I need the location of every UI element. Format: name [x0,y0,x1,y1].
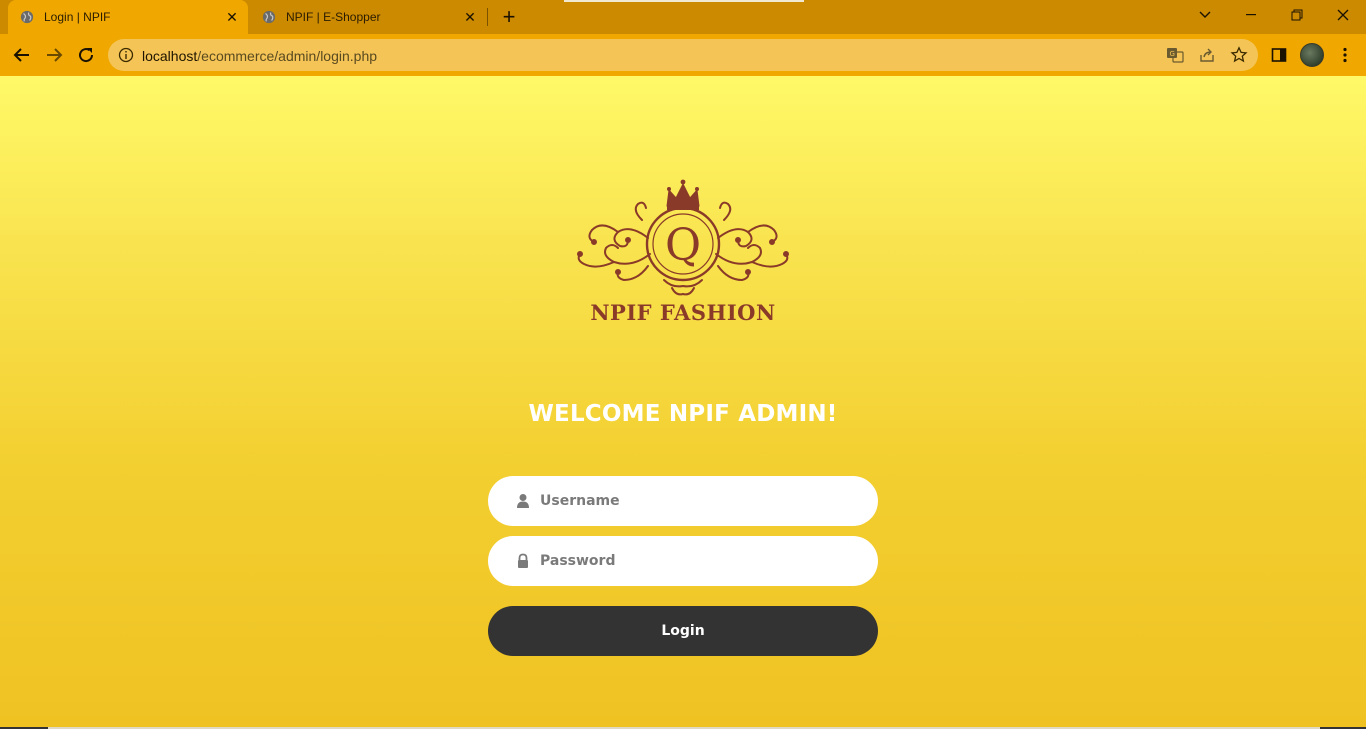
arrow-left-icon [13,48,29,62]
translate-icon: G [1167,48,1184,63]
tab-login[interactable]: Login | NPIF ✕ [8,0,248,34]
browser-toolbar: localhost/ecommerce/admin/login.php G [0,34,1366,76]
welcome-heading: WELCOME NPIF ADMIN! [528,401,838,427]
tab-divider [487,8,488,26]
logo-letter: Q [665,220,701,271]
brand-name: NPIF FASHION [590,300,776,325]
login-button[interactable]: Login [488,606,878,656]
reload-icon [79,48,94,63]
browser-tab-strip: Login | NPIF ✕ NPIF | E-Shopper ✕ + [0,0,1366,34]
info-icon[interactable] [118,47,134,63]
tab-search-button[interactable] [1182,0,1228,30]
address-bar[interactable]: localhost/ecommerce/admin/login.php G [108,39,1258,71]
share-icon [1200,48,1214,62]
close-icon[interactable]: ✕ [462,9,478,25]
close-icon[interactable]: ✕ [224,9,240,25]
back-button[interactable] [9,42,35,68]
password-field[interactable] [488,536,878,586]
lock-icon [518,553,528,568]
close-window-button[interactable] [1320,0,1366,30]
globe-icon [262,10,276,24]
new-tab-button[interactable]: + [498,6,520,28]
chevron-down-icon [1199,11,1211,18]
translate-button[interactable]: G [1166,46,1184,64]
url-host: localhost [142,48,198,64]
more-vertical-icon [1343,47,1347,63]
restore-icon [1291,9,1303,21]
tab-title: NPIF | E-Shopper [286,10,381,24]
reload-button[interactable] [73,42,99,68]
side-panel-icon [1271,48,1287,62]
tab-eshopper[interactable]: NPIF | E-Shopper ✕ [250,0,486,34]
bookmark-button[interactable] [1230,46,1248,64]
tab-strip-highlight [564,0,804,2]
svg-text:G: G [1170,50,1175,58]
globe-icon [20,10,34,24]
browser-menu-button[interactable] [1334,44,1356,66]
side-panel-button[interactable] [1268,44,1290,66]
minimize-button[interactable] [1228,0,1274,30]
profile-avatar[interactable] [1300,43,1324,67]
arrow-right-icon [47,48,63,62]
minimize-icon [1246,14,1256,16]
username-field[interactable] [488,476,878,526]
star-icon [1230,46,1248,63]
restore-button[interactable] [1274,0,1320,30]
url-text[interactable]: localhost/ecommerce/admin/login.php [142,48,377,64]
url-path: /ecommerce/admin/login.php [197,48,378,64]
tab-title: Login | NPIF [44,10,111,24]
user-icon [517,494,529,508]
close-icon [1337,9,1349,21]
login-page: Q NPIF FASHION WELCOME NPIF ADMIN! Login [0,76,1366,729]
share-button[interactable] [1198,46,1216,64]
forward-button[interactable] [41,42,67,68]
username-input[interactable] [540,476,860,526]
password-input[interactable] [540,536,860,586]
